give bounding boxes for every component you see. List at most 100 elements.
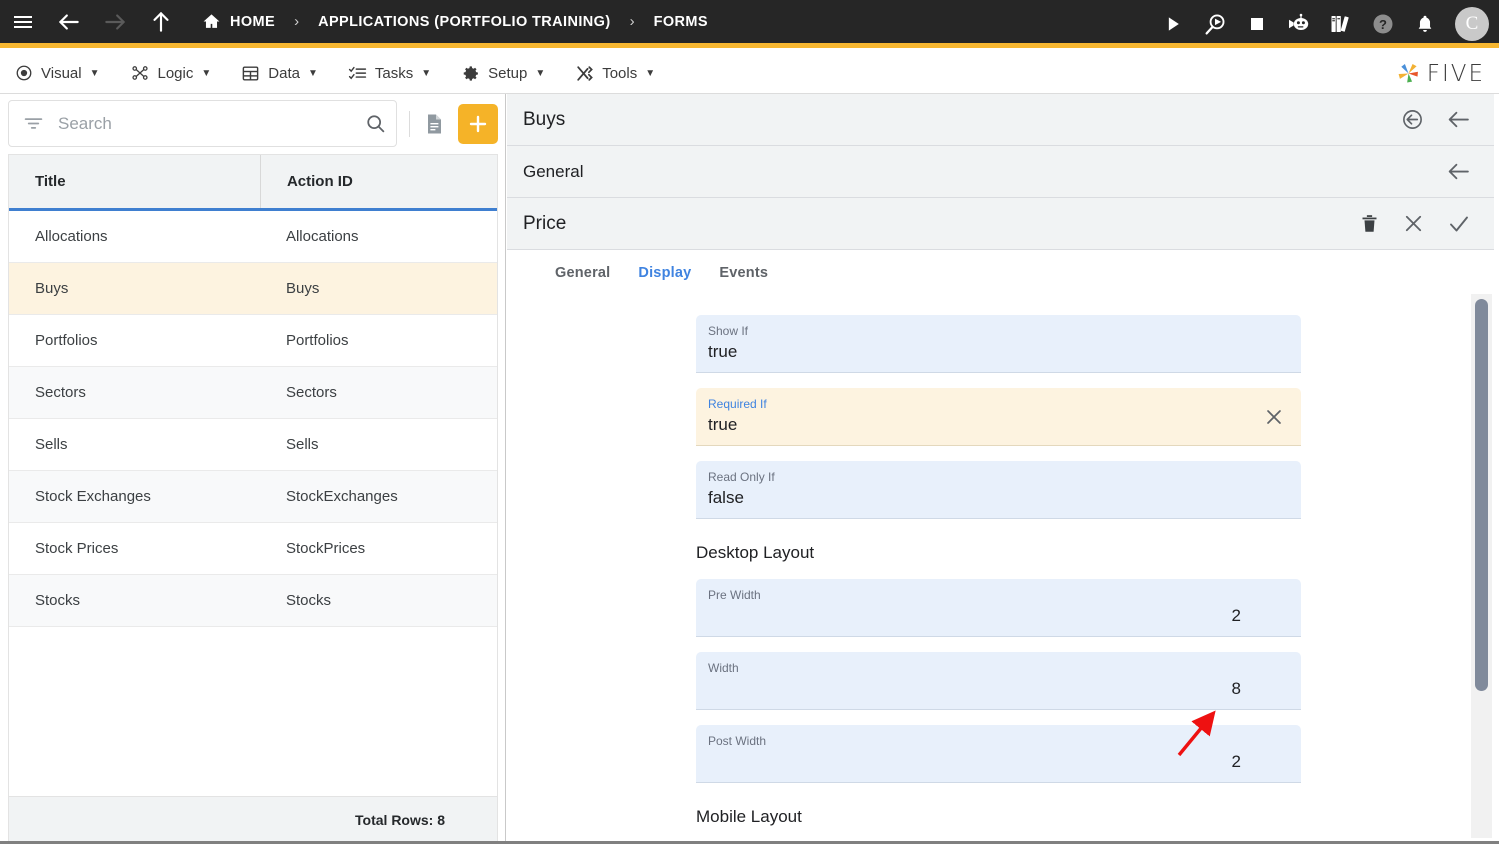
chevron-down-icon: ▼: [535, 67, 546, 79]
forward-arrow-icon[interactable]: [92, 0, 138, 46]
back-arrow-icon[interactable]: [46, 0, 92, 46]
field-label: Required If: [708, 397, 767, 411]
table-cell-title: Stocks: [35, 592, 81, 609]
table-row[interactable]: Stocks Stocks: [9, 575, 497, 627]
table-row[interactable]: Stock Prices StockPrices: [9, 523, 497, 575]
form-field[interactable]: Pre Width 2: [696, 579, 1301, 637]
menu-tools[interactable]: Tools ▼: [560, 53, 670, 94]
search-toolbar: [8, 100, 498, 147]
robot-icon[interactable]: [1279, 0, 1319, 48]
table-row[interactable]: Sells Sells: [9, 419, 497, 471]
form-header-bar: Buys: [507, 94, 1499, 146]
table-cell-action-id: Stocks: [285, 592, 331, 609]
table-cell-action-id: Sectors: [285, 384, 337, 401]
table-cell-action-id: StockPrices: [285, 540, 366, 557]
form-fields-container: Show If true Required If true Read Only If fa…: [507, 293, 1499, 827]
breadcrumb-separator-2: ›: [629, 13, 635, 30]
form-field[interactable]: Read Only If false: [696, 461, 1301, 519]
home-icon: [202, 12, 221, 31]
menu-tasks[interactable]: Tasks ▼: [333, 53, 446, 94]
search-box[interactable]: [8, 100, 397, 147]
filter-icon[interactable]: [23, 113, 44, 134]
table-row[interactable]: Stock Exchanges StockExchanges: [9, 471, 497, 523]
menu-setup[interactable]: Setup ▼: [446, 53, 560, 94]
hamburger-menu-icon[interactable]: [0, 0, 46, 46]
up-arrow-icon[interactable]: [138, 0, 184, 46]
table-cell-action-id: StockExchanges: [285, 488, 398, 505]
clear-icon[interactable]: [1263, 406, 1285, 428]
field-label: Show If: [708, 324, 749, 338]
table-cell-title: Stock Exchanges: [35, 488, 151, 505]
grid-header-row: Title Action ID: [9, 155, 497, 211]
field-header-bar: Price: [507, 198, 1499, 250]
form-field[interactable]: Required If true: [696, 388, 1301, 446]
search-icon[interactable]: [365, 113, 386, 134]
search-play-icon[interactable]: [1195, 0, 1235, 48]
section-header-title: General: [523, 161, 584, 181]
mobile-layout-heading: Mobile Layout: [696, 807, 802, 826]
grid-header-title[interactable]: Title: [9, 155, 260, 208]
table-row[interactable]: Sectors Sectors: [9, 367, 497, 419]
checklist-icon: [348, 64, 367, 83]
books-icon[interactable]: [1321, 0, 1361, 48]
bell-icon[interactable]: [1405, 0, 1445, 48]
table-cell-title: Allocations: [35, 228, 108, 245]
tab-general[interactable]: General: [541, 265, 624, 296]
five-pinwheel-icon: [1395, 60, 1422, 87]
breadcrumb-applications[interactable]: APPLICATIONS (PORTFOLIO TRAINING): [312, 0, 616, 46]
form-field[interactable]: Width 8: [696, 652, 1301, 710]
document-icon[interactable]: [422, 112, 446, 136]
add-form-button[interactable]: [458, 103, 498, 144]
form-header-title: Buys: [523, 108, 566, 130]
breadcrumb-home[interactable]: HOME: [196, 0, 281, 46]
desktop-layout-heading: Desktop Layout: [696, 543, 815, 562]
field-value: true: [708, 415, 738, 434]
forms-grid: Title Action ID Allocations Allocations Bu…: [8, 154, 498, 804]
table-cell-title: Portfolios: [35, 332, 98, 349]
chevron-down-icon: ▼: [421, 67, 432, 79]
table-cell-action-id: Portfolios: [285, 332, 349, 349]
field-value: true: [708, 342, 738, 361]
brand-logo[interactable]: FIVE: [1395, 53, 1485, 94]
panel-right-edge: [1494, 94, 1499, 844]
search-input[interactable]: [58, 113, 365, 134]
help-icon[interactable]: ?: [1363, 0, 1403, 48]
play-icon[interactable]: [1153, 0, 1193, 48]
svg-text:?: ?: [1379, 17, 1387, 32]
form-scrollbar-track[interactable]: [1471, 294, 1492, 838]
top-nav-left-group: HOME › APPLICATIONS (PORTFOLIO TRAINING)…: [0, 0, 714, 43]
tab-display[interactable]: Display: [624, 265, 706, 296]
table-cell-title: Stock Prices: [35, 540, 119, 557]
back-arrow-icon[interactable]: [1446, 107, 1471, 132]
menu-logic[interactable]: Logic ▼: [115, 53, 227, 94]
menu-data[interactable]: Data ▼: [226, 53, 333, 94]
table-cell-action-id: Allocations: [285, 228, 359, 245]
stop-icon[interactable]: [1237, 0, 1277, 48]
tab-events[interactable]: Events: [705, 265, 782, 296]
back-arrow-icon[interactable]: [1446, 159, 1471, 184]
field-value: 8: [1231, 679, 1241, 698]
menu-data-label: Data: [268, 64, 300, 82]
form-scrollbar-thumb[interactable]: [1475, 299, 1488, 691]
table-row[interactable]: Allocations Allocations: [9, 211, 497, 263]
form-field[interactable]: Show If true: [696, 315, 1301, 373]
revert-icon[interactable]: [1401, 108, 1424, 131]
confirm-icon[interactable]: [1447, 212, 1471, 236]
brand-label: FIVE: [1426, 60, 1485, 87]
delete-icon[interactable]: [1359, 213, 1380, 234]
user-avatar[interactable]: C: [1455, 7, 1489, 41]
grid-body: Allocations Allocations Buys Buys Portfolios…: [9, 211, 497, 804]
grid-footer: Total Rows: 8: [8, 796, 498, 844]
top-nav-right-group: ? C: [1153, 0, 1489, 48]
application-menu-bar: Visual ▼ Logic ▼ Data ▼ Tasks ▼ Setup ▼ …: [0, 53, 1499, 94]
table-row[interactable]: Portfolios Portfolios: [9, 315, 497, 367]
form-field[interactable]: Post Width 2: [696, 725, 1301, 783]
table-row[interactable]: Buys Buys: [9, 263, 497, 315]
table-cell-title: Sectors: [35, 384, 86, 401]
grid-header-action-id[interactable]: Action ID: [259, 155, 497, 208]
breadcrumb-forms[interactable]: FORMS: [648, 0, 714, 46]
table-cell-title: Sells: [35, 436, 68, 453]
field-value: 2: [1231, 752, 1241, 771]
menu-visual[interactable]: Visual ▼: [0, 53, 115, 94]
cancel-icon[interactable]: [1402, 212, 1425, 235]
